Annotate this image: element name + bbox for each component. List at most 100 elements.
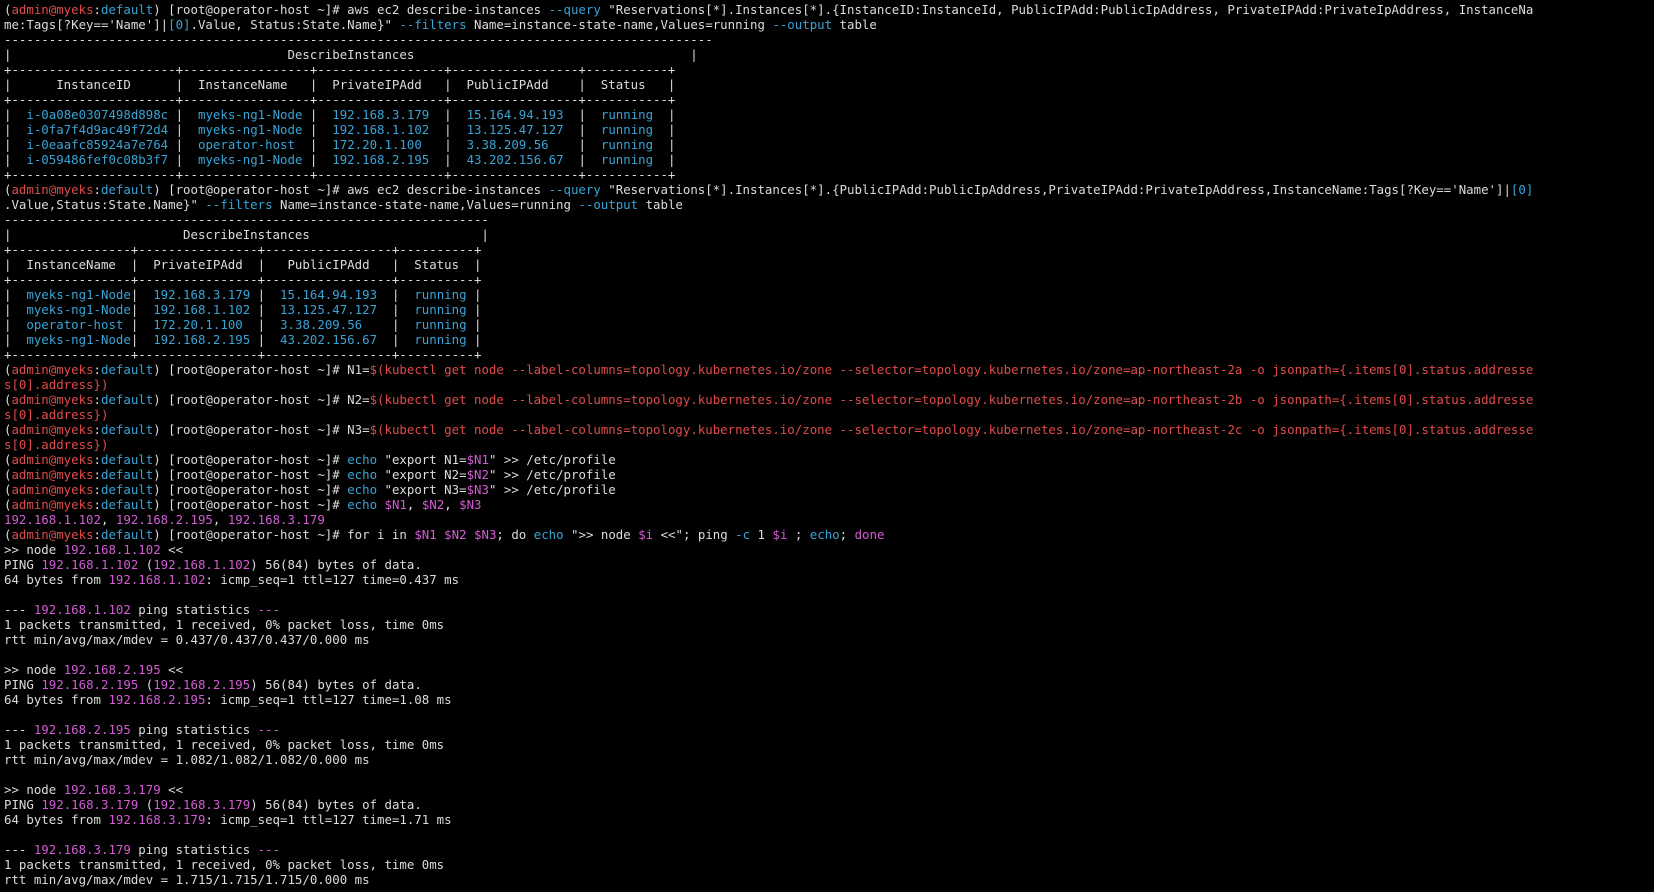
terminal-text-cyan: --output: [578, 197, 639, 212]
terminal-text-text: 64 bytes from: [4, 812, 109, 827]
terminal-line: >> node 192.168.3.179 <<: [4, 782, 1654, 797]
terminal-text-text: ">> node: [563, 527, 639, 542]
terminal-line: +----------------+----------------+-----…: [4, 272, 1654, 287]
terminal-line: 192.168.1.102, 192.168.2.195, 192.168.3.…: [4, 512, 1654, 527]
terminal-text-text: |: [130, 332, 154, 347]
terminal-line: (admin@myeks:default) [root@operator-hos…: [4, 482, 1654, 497]
terminal-text-text: |: [4, 287, 27, 302]
terminal-text-cyan: echo: [533, 527, 564, 542]
terminal-text-text: :: [93, 362, 101, 377]
terminal-text-text: +----------------+----------------+-----…: [4, 347, 482, 362]
terminal-text-text: ) [root@operator-host ~]# N2=: [153, 392, 370, 407]
terminal-line: | myeks-ng1-Node| 192.168.2.195 | 43.202…: [4, 332, 1654, 347]
terminal-text-cyan: default: [101, 182, 154, 197]
terminal-line: 1 packets transmitted, 1 received, 0% pa…: [4, 857, 1654, 872]
terminal-text-cyan: --query: [548, 182, 601, 197]
terminal-line: | i-0fa7f4d9ac49f72d4 | myeks-ng1-Node |…: [4, 122, 1654, 137]
terminal-text-red: $(kubectl get node --label-columns=topol…: [369, 392, 1534, 407]
terminal-text-cyan: 192.168.1.102: [332, 122, 430, 137]
terminal-text-text: 64 bytes from: [4, 572, 109, 587]
terminal-text-red: admin@myeks: [11, 392, 94, 407]
terminal-text-text: |: [294, 137, 333, 152]
terminal-text-magenta: ---: [257, 722, 281, 737]
terminal-line: +----------------------+----------------…: [4, 62, 1654, 77]
terminal-text-text: ) [root@operator-host ~]#: [153, 482, 348, 497]
terminal-text-cyan: i-0fa7f4d9ac49f72d4: [26, 122, 169, 137]
terminal-text-text: ,: [100, 512, 116, 527]
terminal-text-cyan: i-0eaafc85924a7e764: [26, 137, 169, 152]
terminal-text-red: admin@myeks: [11, 182, 94, 197]
terminal-text-text: |: [563, 122, 601, 137]
terminal-text-text: |: [168, 137, 198, 152]
terminal-text-text: [377, 497, 384, 512]
terminal-text-red: admin@myeks: [11, 362, 94, 377]
terminal-text-red: admin@myeks: [11, 527, 94, 542]
terminal-line: me:Tags[?Key=='Name']|[0].Value, Status:…: [4, 17, 1654, 32]
terminal-text-magenta: 192.168.1.102: [108, 572, 206, 587]
terminal-text-magenta: done: [854, 527, 885, 542]
terminal-text-red: s[0].address}): [4, 377, 109, 392]
terminal-text-magenta: $N3: [466, 482, 489, 497]
terminal-output[interactable]: (admin@myeks:default) [root@operator-hos…: [4, 2, 1654, 892]
terminal-line: | DescribeInstances |: [4, 47, 1654, 62]
terminal-text-red: s[0].address}): [4, 407, 109, 422]
terminal-text-text: |: [466, 302, 482, 317]
terminal-text-text: |: [168, 122, 198, 137]
terminal-text-text: |: [421, 137, 467, 152]
terminal-text-cyan: 13.125.47.127: [280, 302, 378, 317]
terminal-line: >> node 192.168.2.195 <<: [4, 662, 1654, 677]
terminal-text-text: " >> /etc/profile: [488, 452, 616, 467]
terminal-line: +----------------------+----------------…: [4, 92, 1654, 107]
terminal-text-text: |: [563, 107, 601, 122]
terminal-line: +----------------------+----------------…: [4, 167, 1654, 182]
terminal-line: | i-0eaafc85924a7e764 | operator-host | …: [4, 137, 1654, 152]
terminal-text-text: : icmp_seq=1 ttl=127 time=1.71 ms: [205, 812, 452, 827]
terminal-text-cyan: running: [414, 287, 467, 302]
terminal-line: (admin@myeks:default) [root@operator-hos…: [4, 182, 1654, 197]
terminal-text-text: :: [93, 527, 101, 542]
terminal-text-magenta: ---: [257, 842, 281, 857]
terminal-text-text: ;: [787, 527, 810, 542]
terminal-text-text: |: [377, 287, 415, 302]
terminal-text-cyan: 15.164.94.193: [466, 107, 564, 122]
terminal-text-text: >> node: [4, 782, 64, 797]
terminal-text-text: ) 56(84) bytes of data.: [250, 677, 422, 692]
terminal-text-cyan: echo: [347, 452, 378, 467]
terminal-text-cyan: echo: [347, 467, 378, 482]
terminal-text-text: "Reservations[*].Instances[*].{PublicIPA…: [600, 182, 1511, 197]
terminal-line: (admin@myeks:default) [root@operator-hos…: [4, 527, 1654, 542]
terminal-line: s[0].address}): [4, 407, 1654, 422]
terminal-text-cyan: running: [414, 302, 467, 317]
terminal-text-text: | InstanceID | InstanceName | PrivateIPA…: [4, 77, 676, 92]
terminal-line: --- 192.168.3.179 ping statistics ---: [4, 842, 1654, 857]
terminal-text-text: " >> /etc/profile: [488, 482, 616, 497]
terminal-line: s[0].address}): [4, 377, 1654, 392]
terminal-text-cyan: 15.164.94.193: [280, 287, 378, 302]
terminal-text-cyan: 192.168.2.195: [153, 332, 251, 347]
terminal-text-text: :: [93, 422, 101, 437]
terminal-text-text: Name=instance-state-name,Values=running: [272, 197, 579, 212]
terminal-text-text: |: [466, 287, 482, 302]
terminal-text-text: PING: [4, 797, 42, 812]
terminal-text-text: >> node: [4, 662, 64, 677]
terminal-line: | InstanceID | InstanceName | PrivateIPA…: [4, 77, 1654, 92]
terminal-line: .Value,Status:State.Name}" --filters Nam…: [4, 197, 1654, 212]
terminal-text-cyan: myeks-ng1-Node: [26, 332, 131, 347]
terminal-text-text: ,: [444, 497, 460, 512]
terminal-text-cyan: default: [101, 497, 154, 512]
terminal-text-magenta: 192.168.3.179: [153, 797, 251, 812]
terminal-text-cyan: [0]: [1510, 182, 1534, 197]
terminal-text-text: table: [638, 197, 683, 212]
terminal-text-magenta: 192.168.3.179: [108, 812, 206, 827]
terminal-text-magenta: $N1: [414, 527, 437, 542]
terminal-text-text: :: [93, 497, 101, 512]
terminal-text-text: |: [466, 317, 482, 332]
terminal-line: (admin@myeks:default) [root@operator-hos…: [4, 2, 1654, 17]
terminal-text-text: | DescribeInstances |: [4, 227, 489, 242]
terminal-text-text: |: [4, 107, 27, 122]
terminal-text-cyan: running: [600, 137, 654, 152]
terminal-text-magenta: 192.168.3.179: [63, 782, 161, 797]
terminal-line: (admin@myeks:default) [root@operator-hos…: [4, 392, 1654, 407]
terminal-text-text: :: [93, 467, 101, 482]
terminal-text-text: +----------------------+----------------…: [4, 92, 676, 107]
